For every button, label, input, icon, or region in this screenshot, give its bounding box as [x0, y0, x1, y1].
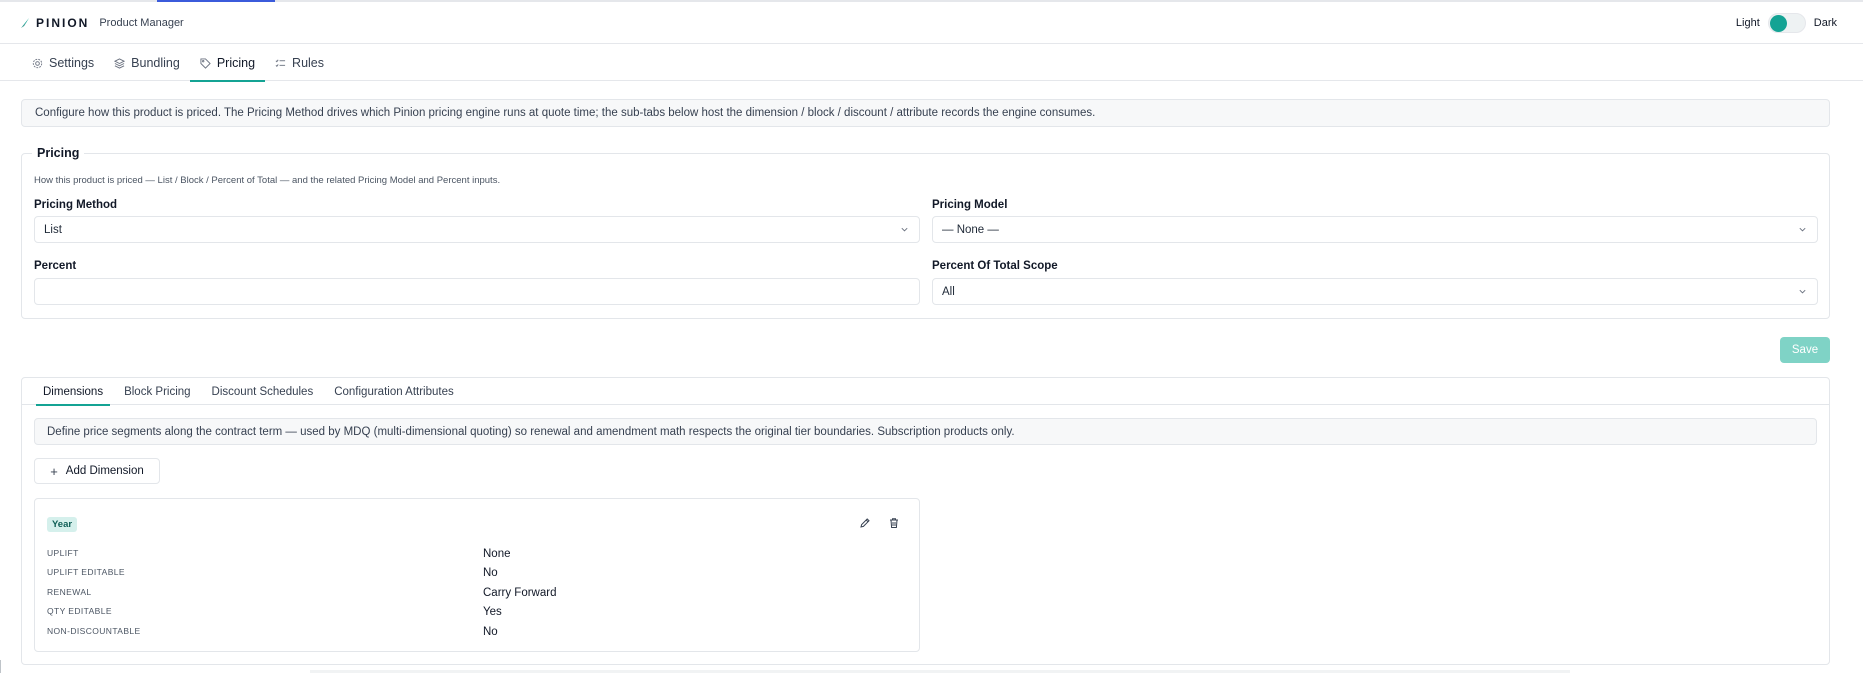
brand-subtitle: Product Manager — [99, 16, 184, 29]
percent-scope-select[interactable]: All — [932, 278, 1818, 305]
pricing-fieldset: Pricing How this product is priced — Lis… — [21, 146, 1830, 319]
tab-settings[interactable]: Settings — [22, 45, 104, 81]
pencil-icon — [860, 518, 870, 528]
tab-rules[interactable]: Rules — [265, 45, 334, 81]
trash-icon — [890, 518, 898, 528]
percent-scope-value: All — [942, 285, 955, 298]
dimension-type-badge: Year — [47, 517, 78, 532]
dimension-field-label: NON-DISCOUNTABLE — [47, 626, 141, 636]
add-dimension-button[interactable]: + Add Dimension — [34, 458, 160, 484]
chevron-down-icon — [1799, 227, 1806, 232]
chevron-down-icon — [1799, 289, 1806, 294]
toggle-knob — [1769, 14, 1787, 32]
tag-icon — [200, 57, 211, 69]
subtab-discount-schedules[interactable]: Discount Schedules — [205, 378, 321, 405]
brand-name: PINION — [36, 15, 90, 30]
app-header: PINION Product Manager Light Dark — [0, 2, 1863, 44]
brand: PINION Product Manager — [20, 16, 184, 30]
dimension-field-label: UPLIFT — [47, 548, 79, 558]
main-tabs: Settings Bundling Pricing Rules — [0, 45, 1863, 82]
percent-input[interactable] — [34, 278, 920, 305]
percent-label: Percent — [34, 260, 77, 272]
tab-rules-label: Rules — [292, 56, 325, 70]
pricing-info-banner: Configure how this product is priced. Th… — [21, 99, 1830, 127]
pricing-subtabs-panel: Dimensions Block Pricing Discount Schedu… — [21, 377, 1830, 665]
gear-icon — [32, 58, 43, 68]
pricing-description: How this product is priced — List / Bloc… — [34, 175, 501, 186]
layers-icon — [114, 57, 126, 69]
save-button[interactable]: Save — [1780, 337, 1830, 363]
dimensions-info-banner: Define price segments along the contract… — [34, 418, 1817, 445]
tab-pricing[interactable]: Pricing — [189, 45, 266, 82]
rules-icon — [275, 59, 286, 67]
subtab-dimensions[interactable]: Dimensions — [36, 378, 111, 406]
theme-dark-label: Dark — [1813, 16, 1837, 29]
chevron-down-icon — [901, 227, 908, 232]
theme-switch: Light Dark — [1735, 12, 1837, 33]
tab-bundling[interactable]: Bundling — [104, 45, 190, 81]
dimension-field-value: No — [483, 567, 498, 579]
subtab-configuration-attributes[interactable]: Configuration Attributes — [327, 378, 461, 405]
tab-bundling-label: Bundling — [131, 56, 180, 70]
theme-toggle[interactable] — [1767, 12, 1806, 33]
dimension-card: Year UPLIFT None UPLIFT EDITABLE No RENE… — [34, 498, 920, 652]
pricing-model-value: — None — — [942, 223, 999, 236]
left-edge-line — [0, 660, 1, 673]
dimension-field-value: Yes — [483, 606, 502, 618]
tab-pricing-label: Pricing — [216, 56, 256, 70]
dimension-field-label: QTY EDITABLE — [47, 606, 112, 616]
dimension-field-value: Carry Forward — [483, 587, 557, 599]
dimension-field-value: No — [483, 626, 498, 638]
dimension-field-label: UPLIFT EDITABLE — [47, 567, 125, 577]
tab-settings-label: Settings — [49, 56, 95, 70]
plus-icon: + — [50, 463, 58, 479]
theme-light-label: Light — [1735, 16, 1760, 29]
brand-logo-icon — [21, 17, 29, 28]
pricing-legend: Pricing — [32, 146, 85, 160]
pricing-method-value: List — [44, 223, 62, 236]
pricing-model-label: Pricing Model — [932, 199, 1008, 211]
pricing-model-select[interactable]: — None — — [932, 216, 1818, 243]
pricing-method-select[interactable]: List — [34, 216, 920, 243]
add-dimension-label: Add Dimension — [65, 465, 144, 477]
pricing-method-label: Pricing Method — [34, 199, 118, 211]
percent-scope-label: Percent Of Total Scope — [932, 260, 1058, 272]
subtab-block-pricing[interactable]: Block Pricing — [117, 378, 197, 405]
delete-dimension-button[interactable] — [888, 517, 902, 531]
dimension-field-value: None — [483, 548, 511, 560]
sub-tabs: Dimensions Block Pricing Discount Schedu… — [22, 378, 1829, 406]
dimension-field-label: RENEWAL — [47, 587, 92, 597]
edit-dimension-button[interactable] — [859, 517, 873, 531]
